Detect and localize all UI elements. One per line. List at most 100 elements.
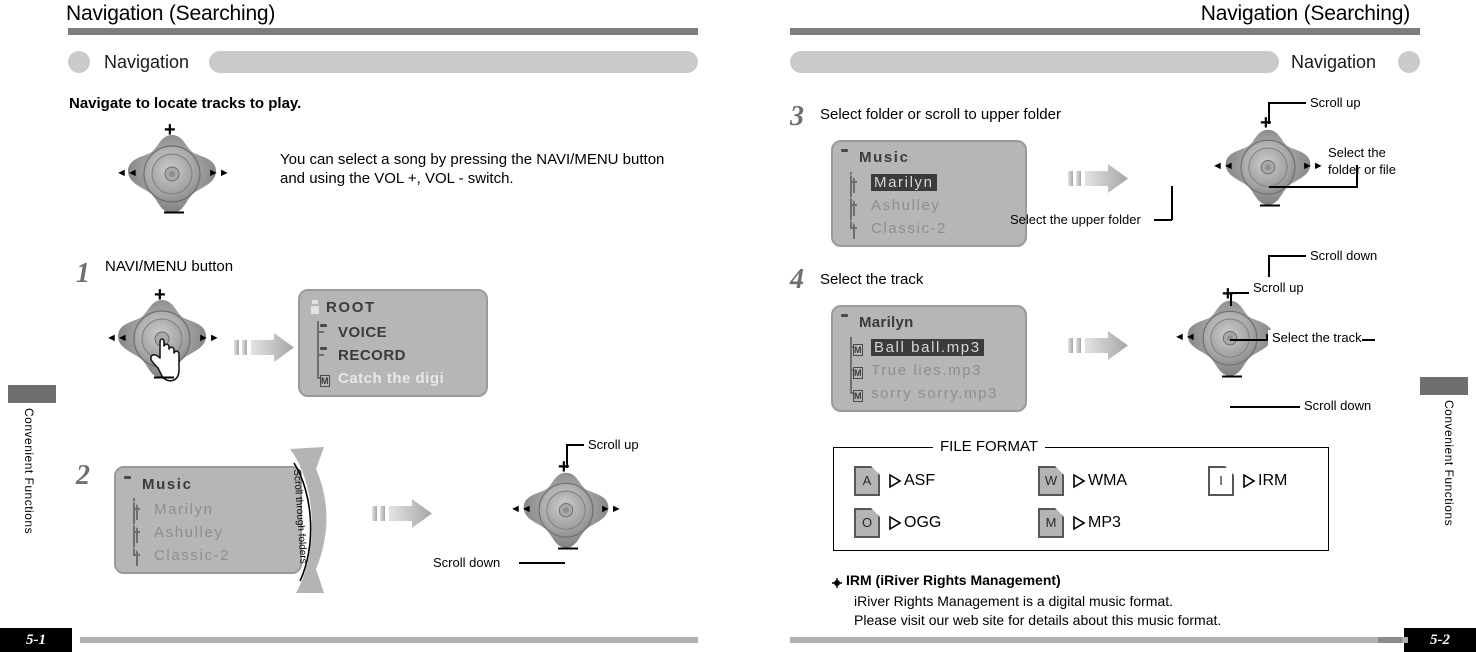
lcd-item-text: Ashulley <box>871 196 941 214</box>
prev-track-icon: ◄◄ <box>116 167 138 179</box>
folder-icon <box>320 325 335 340</box>
lcd-item-row[interactable]: RECORD <box>320 345 406 365</box>
folder-icon <box>841 315 856 330</box>
joystick-illustration-step4: + — ◄◄ ►► <box>1174 283 1286 393</box>
ogg-file-icon: O <box>854 508 880 538</box>
leader-line <box>1230 406 1300 408</box>
leader-line <box>1268 255 1270 277</box>
file-format-item-mp3: M MP3 <box>1038 508 1121 538</box>
nav-bar-fill <box>209 51 698 73</box>
step-label-1: NAVI/MENU button <box>105 258 234 275</box>
lcd-item-text: Classic-2 <box>154 546 231 564</box>
vol-minus-icon: — <box>154 366 174 388</box>
note-title: IRM (iRiver Rights Management) <box>846 572 1061 588</box>
leader-line <box>566 444 584 446</box>
joystick-illustration-step1: + — ◄◄ ►► <box>106 284 220 396</box>
file-format-label: ASF <box>904 472 936 489</box>
lcd-item-row-selected[interactable]: M Catch the digi <box>320 368 444 388</box>
vol-minus-icon: — <box>1222 365 1242 387</box>
note-line-1: iRiver Rights Management is a digital mu… <box>854 593 1174 609</box>
icon-letter: O <box>861 515 873 530</box>
joystick-illustration-intro: + — ◄◄ ►► <box>116 119 230 231</box>
lcd-screen-step1: ROOT VOICE RECORD M Catch the digi <box>298 289 488 397</box>
prev-track-icon: ◄◄ <box>1212 160 1234 172</box>
lcd-title-text: Music <box>142 475 193 493</box>
vol-plus-icon: + <box>558 456 570 478</box>
wma-file-icon: W <box>1038 466 1064 496</box>
callout-select-track: Select the track <box>1268 330 1362 345</box>
joystick-illustration-step2: + — ◄◄ ►► <box>510 456 622 565</box>
leader-line <box>1154 219 1172 221</box>
mp3-file-icon: M <box>853 389 863 402</box>
flow-arrow-step3 <box>1068 163 1128 200</box>
lcd-item-text: Catch the digi <box>338 369 445 387</box>
folder-icon <box>320 348 335 363</box>
play-triangle-icon <box>887 515 902 531</box>
play-triangle-icon <box>1241 473 1256 489</box>
lcd-item-text: Ball ball.mp3 <box>871 338 984 356</box>
side-tab-text: Convenient Functions <box>22 408 36 535</box>
callout-scroll-down: Scroll down <box>433 555 501 570</box>
step-number-2: 2 <box>76 460 90 491</box>
folder-icon <box>124 477 139 492</box>
lcd-title-row: Marilyn <box>841 312 914 332</box>
mp3-file-icon: M <box>1038 508 1064 538</box>
disk-icon <box>308 300 323 315</box>
right-page: Navigation (Searching) Navigation 3 Sele… <box>738 0 1476 652</box>
lcd-item-row-selected[interactable]: Marilyn <box>853 172 937 193</box>
flow-arrow-step4 <box>1068 330 1128 367</box>
lcd-item-row[interactable]: Marilyn <box>136 499 214 520</box>
nav-cap-icon <box>68 51 90 73</box>
lcd-item-text: Marilyn <box>871 173 937 191</box>
vol-minus-icon: — <box>1260 194 1280 216</box>
file-format-label: MP3 <box>1088 514 1121 531</box>
header-rule <box>68 28 698 35</box>
joystick-illustration-step3: + — ◄◄ ►► <box>1212 112 1324 222</box>
leader-line <box>519 562 565 564</box>
lcd-item-row[interactable]: Classic-2 <box>853 218 947 239</box>
lcd-item-text: Marilyn <box>154 500 214 518</box>
leader-line <box>1268 102 1270 124</box>
icon-letter: I <box>1219 473 1223 488</box>
callout-line-2: folder or file <box>1328 162 1396 177</box>
file-format-label: IRM <box>1258 472 1288 489</box>
leader-line <box>1171 186 1173 220</box>
lcd-item-row[interactable]: Classic-2 <box>136 545 231 566</box>
lcd-title-text: Music <box>859 148 910 166</box>
footer-rule <box>790 637 1408 643</box>
leader-line <box>1268 255 1306 257</box>
lcd-item-row[interactable]: Ashulley <box>853 195 941 216</box>
lcd-item-row[interactable]: Ashulley <box>136 522 224 543</box>
file-icon <box>136 500 151 520</box>
lcd-item-row[interactable]: VOICE <box>320 322 387 342</box>
play-triangle-icon <box>1071 515 1086 531</box>
irm-file-icon: I <box>1208 466 1234 496</box>
page-number-left: 5-1 <box>0 628 72 652</box>
lcd-item-row[interactable]: M sorry sorry.mp3 <box>853 383 998 403</box>
lcd-item-row-selected[interactable]: M Ball ball.mp3 <box>853 337 984 357</box>
section-heading: Navigate to locate tracks to play. <box>69 95 302 112</box>
callout-select-upper-folder: Select the upper folder <box>1010 212 1141 227</box>
prev-track-icon: ◄◄ <box>1174 331 1196 343</box>
step-number-4: 4 <box>790 264 804 295</box>
footer-rule-short <box>1378 637 1402 643</box>
nav-cap-icon <box>1398 51 1420 73</box>
play-triangle-icon <box>887 473 902 489</box>
page-number-right: 5-2 <box>1404 628 1476 652</box>
leader-line <box>1230 292 1249 294</box>
vol-plus-icon: + <box>164 119 176 141</box>
footer-rule <box>80 637 698 643</box>
file-format-item-asf: A ASF <box>854 466 935 496</box>
page-title: Navigation (Searching) <box>66 2 276 25</box>
icon-letter: M <box>1045 515 1057 530</box>
callout-scroll-up: Scroll up <box>1310 95 1361 110</box>
intro-text: You can select a song by pressing the NA… <box>280 151 665 187</box>
left-page: Navigation (Searching) Navigation Naviga… <box>0 0 738 652</box>
file-icon <box>853 196 868 216</box>
note-line-2: Please visit our web site for details ab… <box>854 612 1222 628</box>
lcd-title-text: ROOT <box>326 298 376 316</box>
flow-arrow-step1 <box>234 332 294 369</box>
note-bullet-icon <box>832 575 842 588</box>
side-tab-text: Convenient Functions <box>1442 400 1456 527</box>
lcd-item-row[interactable]: M True lies.mp3 <box>853 360 982 380</box>
